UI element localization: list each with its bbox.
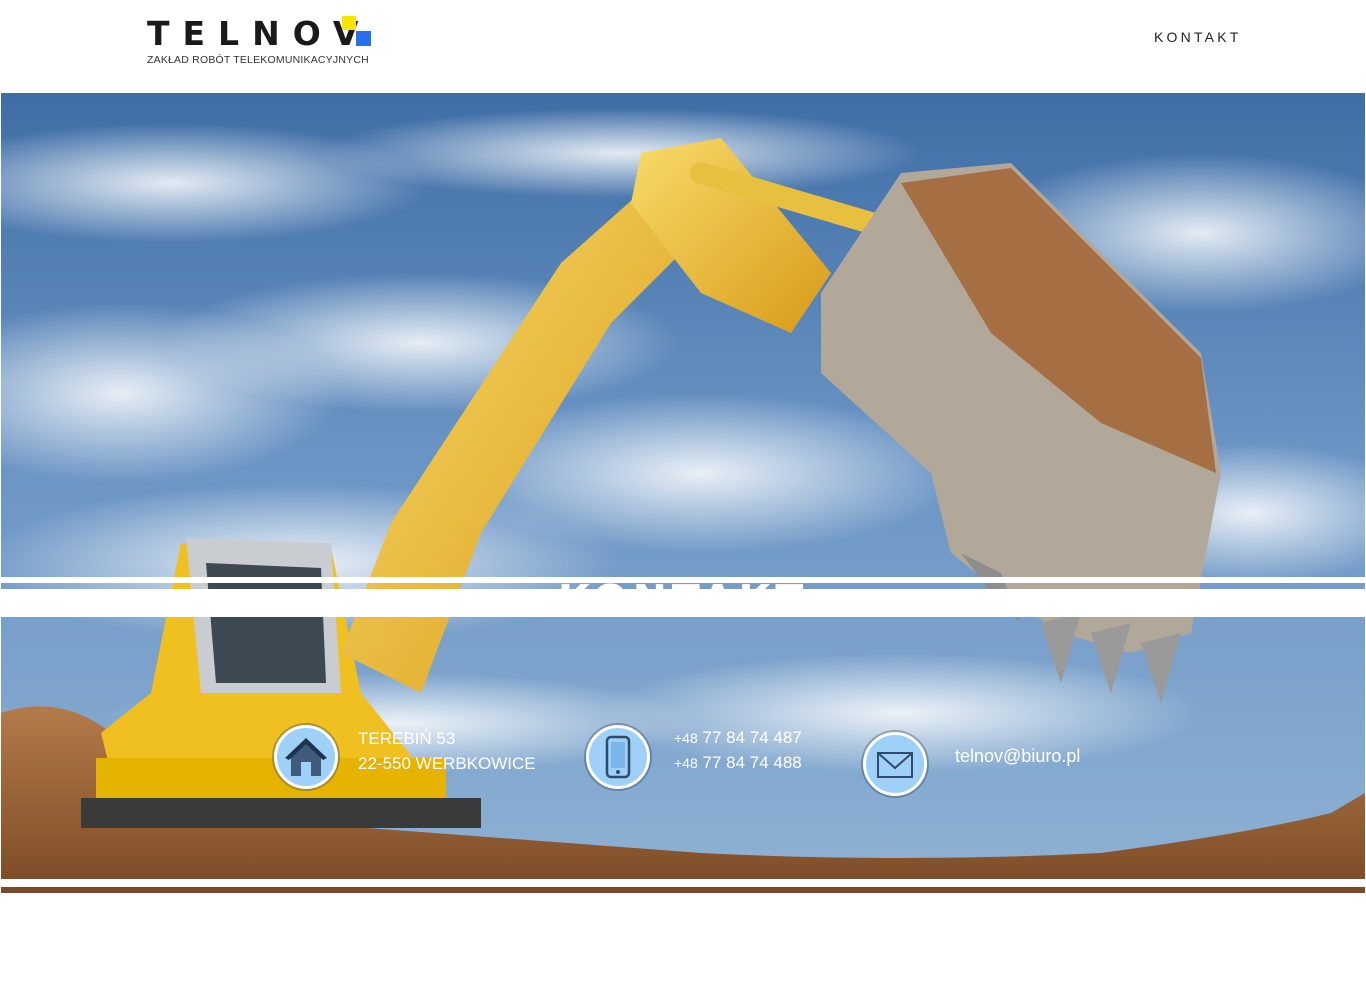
divider-stripe-bottom: [1, 879, 1365, 887]
logo-yellow-square: [342, 16, 356, 30]
phone-icon: [586, 725, 650, 789]
divider-stripe: [1, 577, 1365, 583]
nav-link-kontakt[interactable]: KONTAKT: [1154, 29, 1241, 45]
address-line1: TEREBIŃ 53: [358, 729, 456, 748]
divider-band: [1, 589, 1365, 617]
logo-tagline: ZAKŁAD ROBÓT TELEKOMUNIKACYJNYCH: [147, 54, 369, 66]
logo-blue-square: [356, 31, 371, 46]
logo-wordmark: TELNOV: [147, 14, 372, 53]
address-line2: 22-550 WERBKOWICE: [358, 754, 536, 773]
phone-prefix-2: +48: [674, 755, 698, 771]
logo[interactable]: TELNOV ZAKŁAD ROBÓT TELEKOMUNIKACYJNYCH: [147, 14, 387, 74]
email-link[interactable]: telnov@biuro.pl: [955, 744, 1080, 769]
phone-number-1[interactable]: +48 77 84 74 487: [674, 725, 802, 751]
phone-number-2[interactable]: +48 77 84 74 488: [674, 750, 802, 776]
hero-section: KONTAKT TEREBIŃ 53 22-550 WERBKOWICE +48…: [1, 93, 1365, 893]
phone-digits-2: 77 84 74 488: [702, 753, 802, 772]
phone-digits-1: 77 84 74 487: [702, 728, 802, 747]
site-header: TELNOV ZAKŁAD ROBÓT TELEKOMUNIKACYJNYCH …: [0, 0, 1366, 92]
envelope-icon: [863, 732, 927, 796]
house-icon: [274, 725, 338, 789]
phone-prefix-1: +48: [674, 730, 698, 746]
